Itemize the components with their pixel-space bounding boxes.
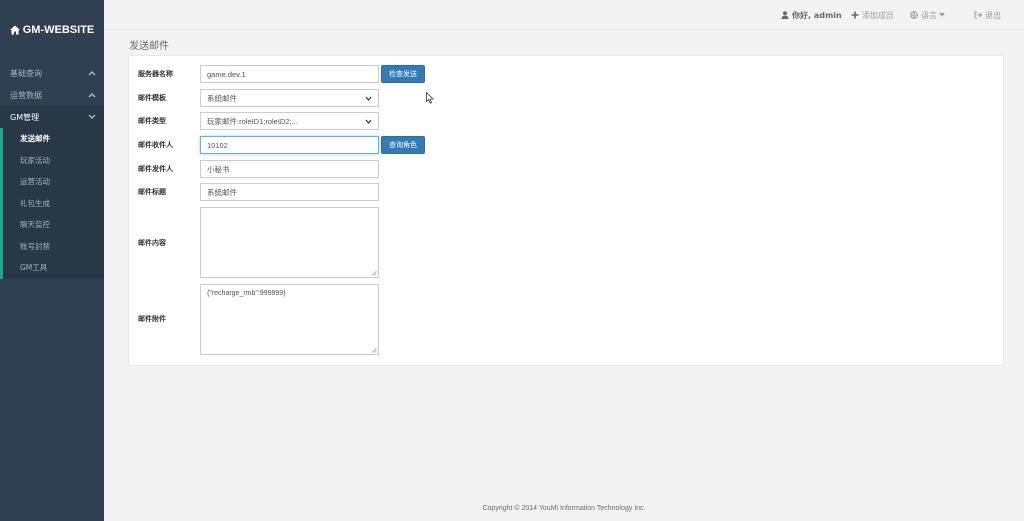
chevron-down-icon bbox=[88, 114, 96, 120]
sidebar-item-player-activity[interactable]: 玩家活动 bbox=[3, 150, 104, 172]
sidebar-group-label: GM管理 bbox=[10, 112, 40, 122]
footer-copyright: Copyright © 2014 YouMi Information Techn… bbox=[482, 505, 646, 512]
sidebar-item-chat-monitor[interactable]: 聊天监控 bbox=[3, 214, 104, 236]
sidebar-group-label: 基础查询 bbox=[10, 68, 42, 78]
sidebar-item-account-ban[interactable]: 账号封禁 bbox=[3, 236, 104, 258]
server-name-label: 服务器名称 bbox=[138, 70, 173, 78]
add-member-label: 添加成员 bbox=[862, 10, 894, 20]
chevron-down-icon bbox=[365, 119, 372, 124]
content-label: 邮件内容 bbox=[138, 239, 166, 247]
mail-type-label: 邮件类型 bbox=[138, 117, 166, 125]
user-icon bbox=[781, 11, 789, 19]
logout-icon bbox=[974, 11, 982, 19]
sidebar-submenu: 发送邮件 玩家活动 运营活动 礼包生成 聊天监控 账号封禁 GM工具 bbox=[0, 128, 104, 279]
language-label: 语言 bbox=[921, 10, 937, 20]
recipient-label: 邮件收件人 bbox=[138, 141, 173, 149]
user-greeting: 你好, admin bbox=[792, 10, 842, 20]
resize-grip-icon[interactable] bbox=[371, 270, 377, 276]
mail-template-label: 邮件模板 bbox=[138, 94, 166, 102]
sidebar-group-operation-data[interactable]: 运营数据 bbox=[0, 84, 104, 106]
topbar: 你好, admin 添加成员 语言 退出 bbox=[104, 0, 1024, 30]
sidebar-group-label: 运营数据 bbox=[10, 90, 42, 100]
mail-template-select[interactable]: 系统邮件 bbox=[200, 89, 379, 107]
subject-input[interactable]: 系统邮件 bbox=[200, 183, 379, 201]
globe-icon bbox=[910, 11, 918, 19]
attachment-value: {"recharge_rmb":999999} bbox=[207, 290, 286, 297]
brand[interactable]: GM-WEBSITE bbox=[0, 0, 104, 60]
chevron-down-icon bbox=[365, 96, 372, 101]
mail-template-value: 系统邮件 bbox=[207, 93, 237, 103]
mouse-cursor-icon bbox=[426, 92, 434, 104]
brand-title: GM-WEBSITE bbox=[22, 24, 95, 36]
sidebar: GM-WEBSITE 基础查询 运营数据 GM管理 发送邮件 玩家活动 运营活动… bbox=[0, 0, 104, 521]
mail-type-select[interactable]: 玩家邮件:roleID1;roleID2;... bbox=[200, 112, 379, 130]
query-role-button[interactable]: 查询角色 bbox=[381, 136, 425, 154]
add-member-link[interactable]: 添加成员 bbox=[851, 0, 894, 30]
attachment-textarea[interactable]: {"recharge_rmb":999999} bbox=[200, 284, 379, 355]
sender-input[interactable]: 小秘书 bbox=[200, 160, 379, 178]
mail-type-value: 玩家邮件:roleID1;roleID2;... bbox=[207, 116, 298, 126]
chevron-up-icon bbox=[88, 92, 96, 98]
page-title: 发送邮件 bbox=[129, 41, 169, 52]
content-textarea[interactable] bbox=[200, 207, 379, 278]
sidebar-group-gm-management[interactable]: GM管理 bbox=[0, 106, 104, 128]
recipient-input[interactable]: 10102 bbox=[200, 136, 379, 154]
language-dropdown[interactable]: 语言 bbox=[910, 0, 948, 30]
sidebar-item-operation-activity[interactable]: 运营活动 bbox=[3, 171, 104, 193]
chevron-up-icon bbox=[88, 70, 96, 76]
sidebar-group-basic-query[interactable]: 基础查询 bbox=[0, 62, 104, 84]
sender-label: 邮件发件人 bbox=[138, 165, 173, 173]
logout-link[interactable]: 退出 bbox=[974, 0, 1001, 30]
check-send-button[interactable]: 检查发送 bbox=[381, 65, 425, 83]
server-name-input[interactable]: game.dev.1 bbox=[200, 65, 379, 83]
sidebar-item-gm-tools[interactable]: GM工具 bbox=[3, 257, 104, 279]
resize-grip-icon[interactable] bbox=[371, 347, 377, 353]
user-menu[interactable]: 你好, admin bbox=[781, 0, 842, 30]
plus-icon bbox=[851, 11, 859, 19]
home-icon bbox=[9, 25, 20, 35]
sidebar-item-gift-generation[interactable]: 礼包生成 bbox=[3, 193, 104, 215]
sidebar-item-send-mail[interactable]: 发送邮件 bbox=[3, 128, 104, 150]
attachment-label: 邮件附件 bbox=[138, 315, 166, 323]
subject-label: 邮件标题 bbox=[138, 188, 166, 196]
caret-down-icon bbox=[939, 13, 945, 17]
logout-label: 退出 bbox=[985, 10, 1001, 20]
